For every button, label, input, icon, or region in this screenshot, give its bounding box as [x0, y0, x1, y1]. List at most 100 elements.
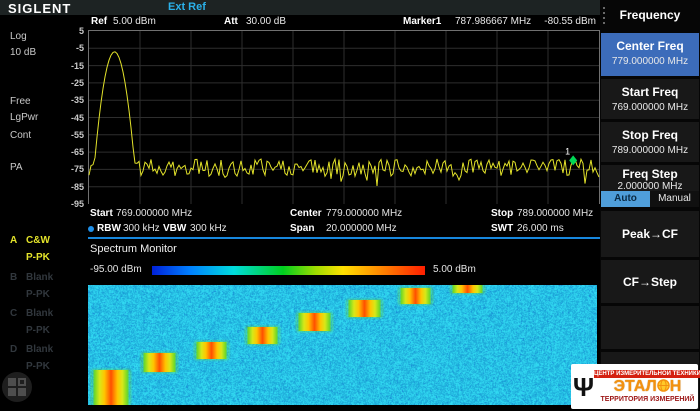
trace-letter: C: [10, 308, 26, 319]
badge-top-line: ЦЕНТР ИЗМЕРИТЕЛЬНОЙ ТЕХНИКИ: [594, 370, 700, 378]
waterfall-signal-blob: [297, 313, 332, 331]
menu-title: Frequency: [600, 0, 700, 30]
trace-a-detector: P-PK: [26, 252, 50, 263]
softkey-blank-1[interactable]: [601, 306, 699, 349]
badge-name-right: Н: [670, 378, 682, 395]
marker-frequency: 787.986667 MHz: [455, 16, 531, 27]
softkey-freq-step[interactable]: Freq Step 2.000000 MHz Auto Manual: [601, 165, 699, 207]
marker-label: Marker1: [403, 16, 441, 27]
softkey-label: CF→Step: [601, 275, 699, 289]
center-freq-value: 779.000000 MHz: [326, 208, 402, 219]
menu-drag-handle-icon[interactable]: [603, 7, 605, 24]
y-axis-tick: -25: [56, 78, 84, 88]
amplitude-scale-label: Log: [10, 31, 27, 42]
marker-amplitude: -80.55 dBm: [543, 16, 596, 27]
power-mode-label: LgPwr: [10, 112, 38, 123]
trace-mode: Blank: [26, 272, 53, 283]
softkey-value: 789.000000 MHz: [601, 142, 699, 156]
swt-value: 26.000 ms: [517, 223, 564, 234]
waterfall-signal-blob: [347, 300, 382, 317]
softkey-value: 769.000000 MHz: [601, 99, 699, 113]
auto-option[interactable]: Auto: [601, 191, 650, 207]
tuning-fork-icon: Ψ: [573, 367, 594, 407]
trace-mode: C&W: [26, 235, 50, 246]
scale-max-label: 5.00 dBm: [433, 264, 476, 275]
att-label: Att: [224, 16, 238, 27]
waterfall-signal-blob: [451, 285, 484, 293]
scale-div-label: 10 dB: [10, 47, 36, 58]
swt-label: SWT: [491, 223, 513, 234]
span-value: 20.000000 MHz: [326, 223, 397, 234]
trace-d-status: DBlank: [10, 344, 53, 355]
rbw-label: RBW: [97, 223, 121, 234]
ref-value: 5.00 dBm: [113, 16, 156, 27]
scale-min-label: -95.00 dBm: [90, 264, 142, 275]
badge-company-name: ЭТАЛ Н: [594, 378, 700, 396]
y-axis-tick: -45: [56, 113, 84, 123]
globe-icon: [657, 379, 670, 392]
trace-mode: Blank: [26, 344, 53, 355]
sweep-mode-label: Cont: [10, 130, 31, 141]
section-divider: [88, 237, 600, 239]
ext-ref-status: Ext Ref: [168, 1, 206, 13]
vbw-value: 300 kHz: [190, 223, 227, 234]
span-label: Span: [290, 223, 314, 234]
trace-letter: A: [10, 235, 26, 246]
trace-letter: B: [10, 272, 26, 283]
marker-diamond-icon[interactable]: [569, 155, 577, 165]
softkey-label: Stop Freq: [601, 122, 699, 142]
softkey-value: 779.000000 MHz: [601, 53, 699, 67]
trace-mode: Blank: [26, 308, 53, 319]
softkey-start-freq[interactable]: Start Freq 769.000000 MHz: [601, 79, 699, 119]
spectrum-plot: 1: [88, 30, 600, 204]
trace-d-detector: P-PK: [26, 361, 50, 372]
siglent-logo: SIGLENT: [8, 1, 71, 16]
spectrum-monitor-title: Spectrum Monitor: [90, 243, 177, 255]
y-axis-tick: 5: [56, 26, 84, 36]
rbw-value: 300 kHz: [123, 223, 160, 234]
marker-number: 1: [565, 146, 570, 156]
y-axis-tick: -15: [56, 61, 84, 71]
softkey-stop-freq[interactable]: Stop Freq 789.000000 MHz: [601, 122, 699, 162]
y-axis-tick: -35: [56, 95, 84, 105]
rbw-coupled-icon: [88, 226, 94, 232]
manual-option[interactable]: Manual: [650, 191, 699, 207]
menu-title-bar: Frequency: [600, 0, 700, 30]
auto-manual-toggle: Auto Manual: [601, 191, 699, 207]
trace-c-detector: P-PK: [26, 325, 50, 336]
waterfall-signal-blob: [399, 288, 432, 304]
start-freq-label: Start: [90, 208, 113, 219]
window-layout-button[interactable]: [2, 372, 32, 402]
trace-b-detector: P-PK: [26, 289, 50, 300]
softkey-cf-to-step[interactable]: CF→Step: [601, 260, 699, 303]
softkey-label: Freq Step: [601, 165, 699, 181]
y-axis-tick: -5: [56, 43, 84, 53]
top-status-bar: SIGLENT Ext Ref: [0, 0, 600, 15]
waterfall-signal-blob: [195, 342, 228, 359]
preamp-label: PA: [10, 162, 23, 173]
waterfall-noise: [88, 285, 597, 405]
badge-name-left: ЭТАЛ: [614, 378, 657, 395]
amplitude-color-scale: [152, 266, 425, 275]
grid-layout-icon: [8, 378, 26, 396]
softkey-peak-to-cf[interactable]: Peak→CF: [601, 211, 699, 257]
softkey-label: Center Freq: [601, 33, 699, 53]
ref-label: Ref: [91, 16, 107, 27]
start-freq-value: 769.000000 MHz: [116, 208, 192, 219]
trace-a-status: AC&W: [10, 235, 50, 246]
trace-b-status: BBlank: [10, 272, 53, 283]
softkey-center-freq[interactable]: Center Freq 779.000000 MHz: [601, 33, 699, 76]
waterfall-signal-blob: [246, 327, 279, 344]
softkey-menu: Frequency Center Freq 779.000000 MHz Sta…: [600, 0, 700, 411]
trace-c-status: CBlank: [10, 308, 53, 319]
y-axis-tick: -95: [56, 199, 84, 209]
center-freq-label: Center: [290, 208, 322, 219]
trigger-mode-label: Free: [10, 96, 31, 107]
att-value: 30.00 dB: [246, 16, 286, 27]
y-axis-tick: -65: [56, 147, 84, 157]
vbw-label: VBW: [163, 223, 186, 234]
trace-letter: D: [10, 344, 26, 355]
y-axis-tick: -85: [56, 182, 84, 192]
spectrum-analyzer-screen: SIGLENT Ext Ref Log 10 dB Free LgPwr Con…: [0, 0, 700, 411]
stop-freq-value: 789.000000 MHz: [517, 208, 593, 219]
